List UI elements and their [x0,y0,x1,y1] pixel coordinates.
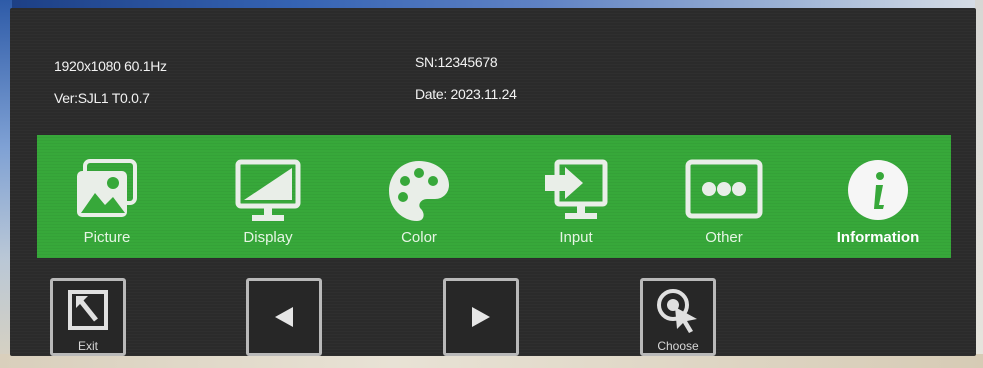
input-icon [545,159,608,219]
menu-item-input[interactable]: Input [511,135,641,258]
menu-label-other: Other [705,229,743,246]
menu-label-information: Information [836,229,920,246]
display-icon [235,159,301,221]
choose-icon [657,288,697,333]
serial-number-text: SN:12345678 [415,54,498,70]
menu-label-display: Display [243,229,293,246]
right-arrow-icon [472,307,490,327]
date-text: Date: 2023.11.24 [415,86,517,102]
menu-item-color[interactable]: Color [354,135,484,258]
right-button[interactable] [443,278,519,356]
menu-label-color: Color [401,229,437,246]
menu-label-input: Input [559,229,593,246]
exit-icon [68,289,108,330]
info-icon [848,160,908,220]
menu-bar: Picture Display Color Input Other Inform… [37,135,951,258]
exit-label: Exit [77,339,98,353]
menu-item-picture[interactable]: Picture [42,135,172,258]
menu-label-picture: Picture [83,229,131,246]
menu-item-information[interactable]: Information [813,135,943,258]
menu-item-other[interactable]: Other [659,135,789,258]
other-icon [685,159,763,219]
picture-icon [77,159,137,217]
left-button[interactable] [246,278,322,356]
choose-label: Choose [657,339,699,353]
desk-surface [0,354,983,368]
background-right [975,0,983,368]
resolution-text: 1920x1080 60.1Hz [54,58,167,74]
osd-menu: 1920x1080 60.1Hz Ver:SJL1 T0.0.7 SN:1234… [10,8,976,356]
palette-icon [389,161,449,221]
menu-item-display[interactable]: Display [203,135,333,258]
exit-button[interactable]: Exit [50,278,126,356]
left-arrow-icon [275,307,293,327]
version-text: Ver:SJL1 T0.0.7 [54,90,150,106]
choose-button[interactable]: Choose [640,278,716,356]
